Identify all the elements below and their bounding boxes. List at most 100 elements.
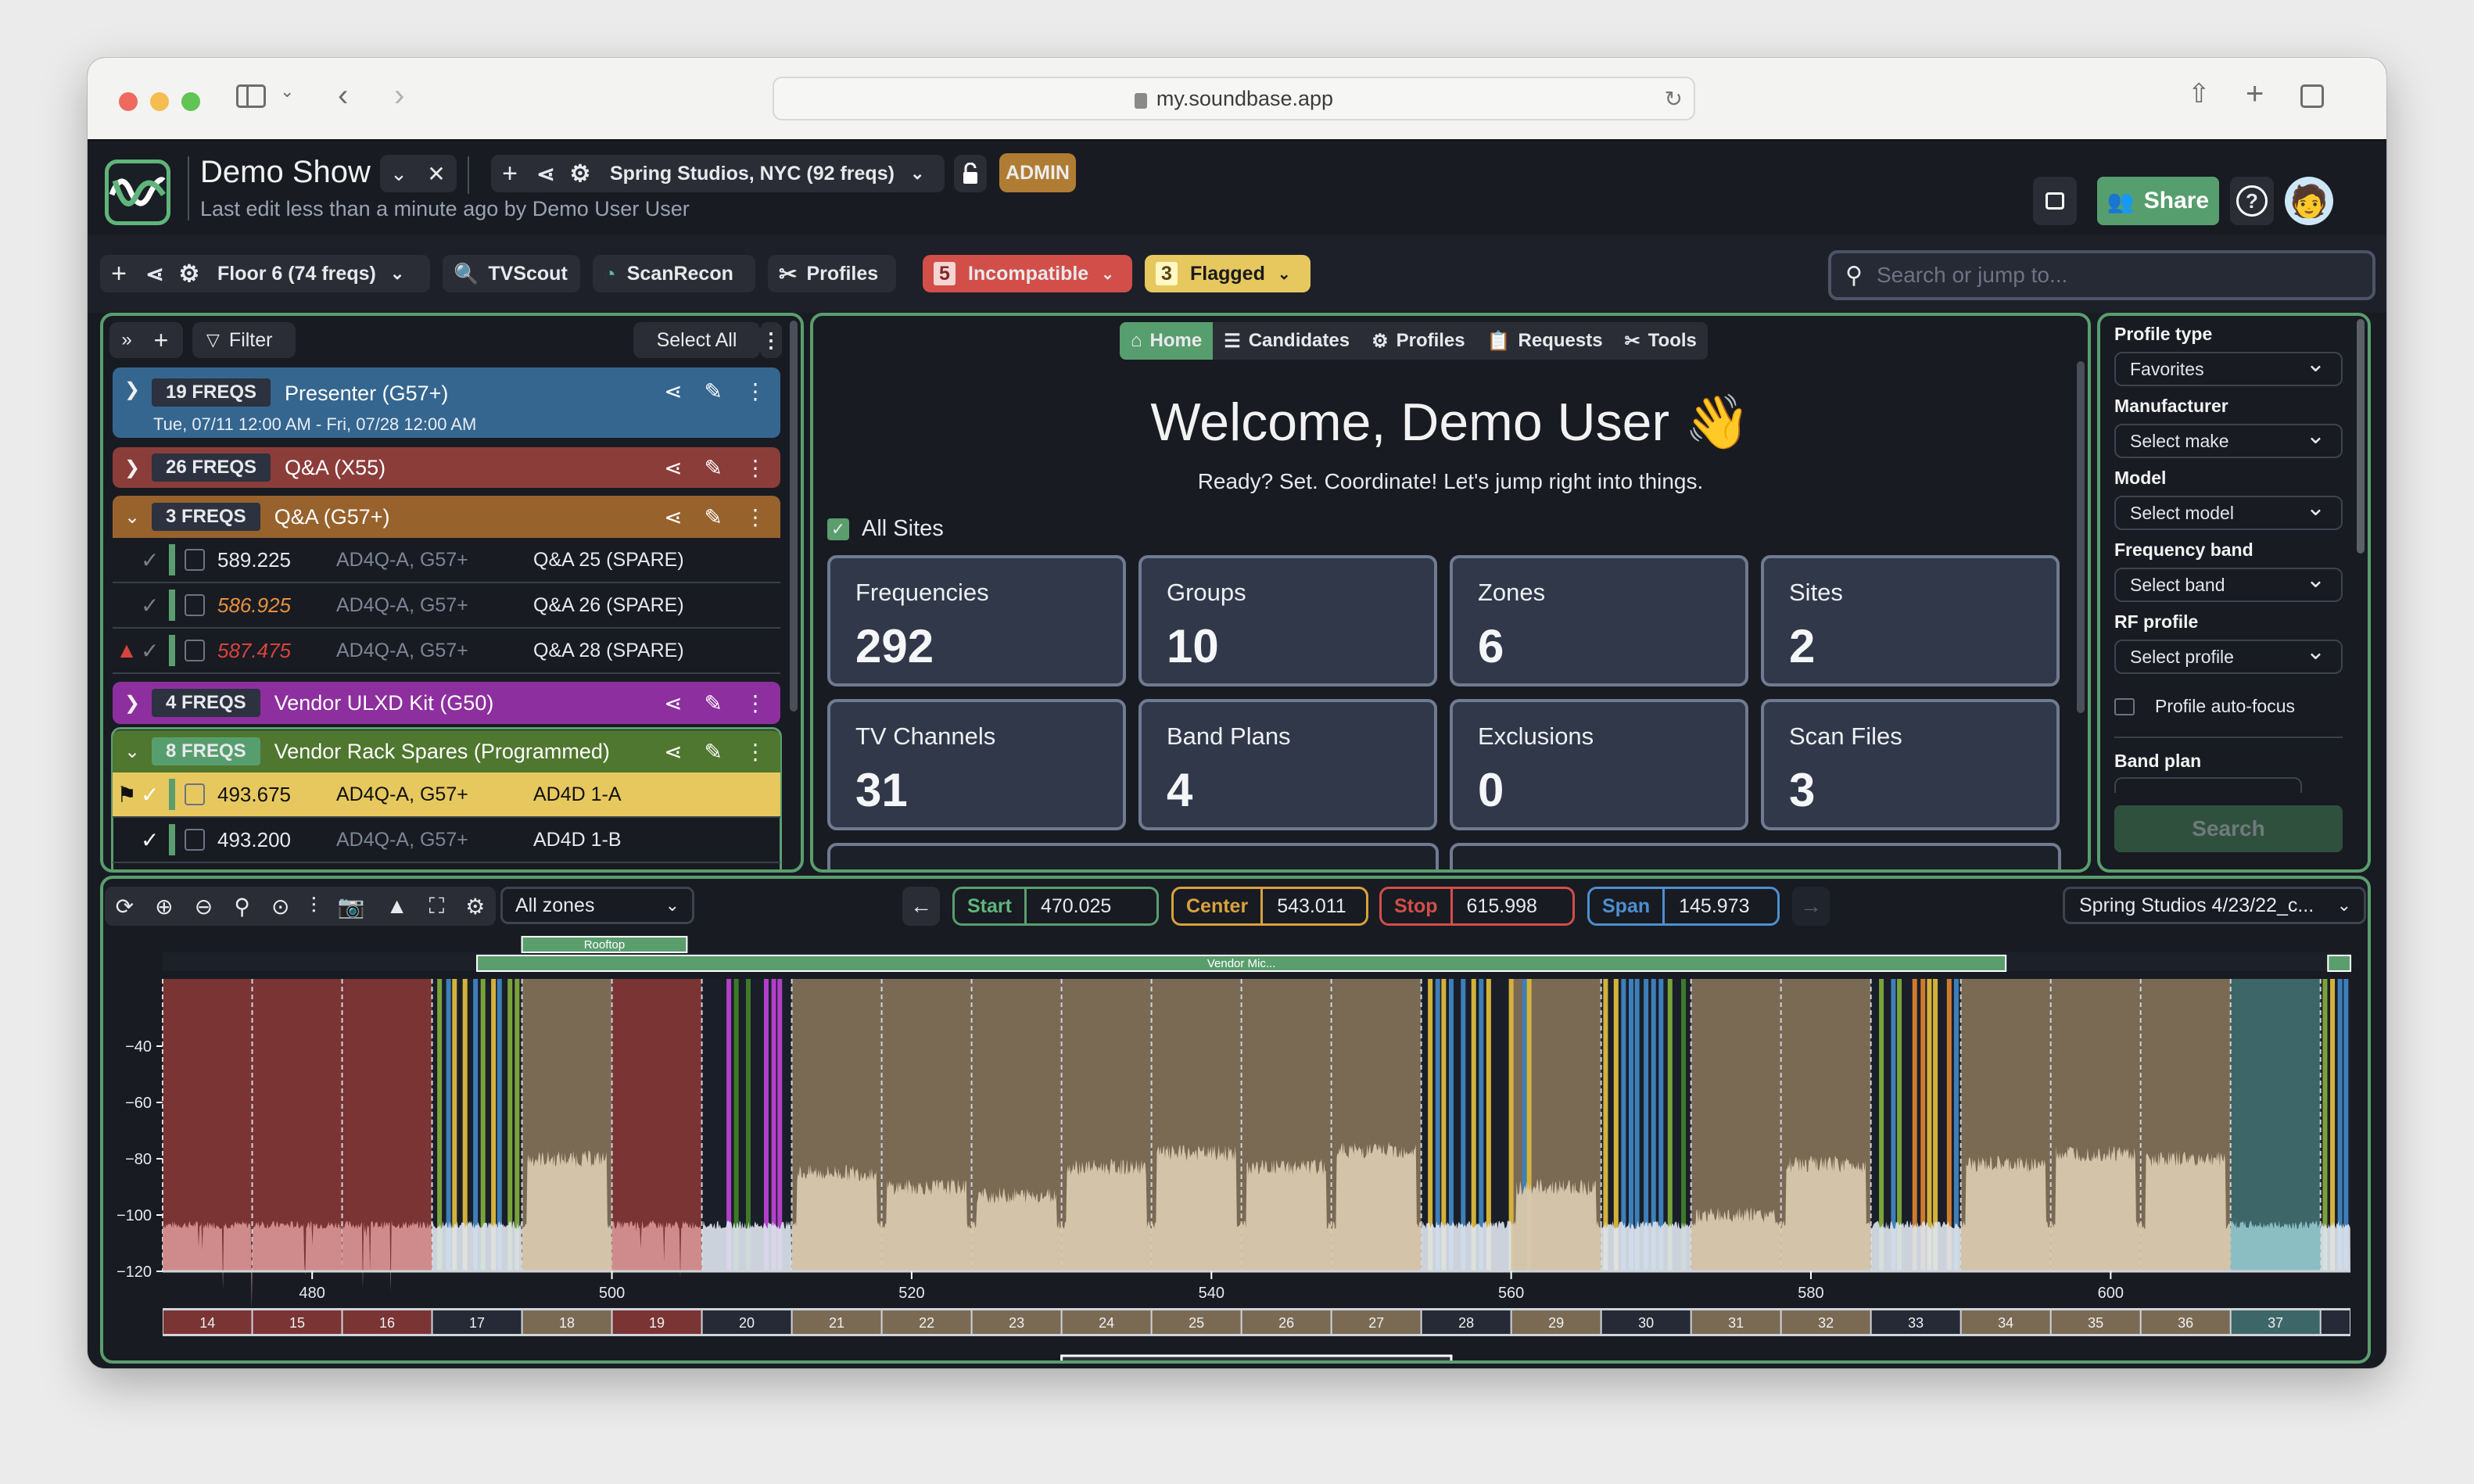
chevron-down-icon[interactable]: ⌄ — [280, 81, 294, 102]
profiles-button[interactable]: ✂ Profiles — [768, 255, 896, 292]
crosshair-icon[interactable]: ⊙ — [271, 894, 289, 919]
site-selector[interactable]: + ⋖ ⚙ Spring Studios, NYC (92 freqs) ⌄ — [491, 155, 945, 192]
share-icon[interactable]: ⇧ — [2188, 78, 2210, 109]
site-settings-icon[interactable]: ⚙ — [563, 160, 597, 188]
sliders-icon[interactable]: ⫶ — [311, 894, 317, 919]
model-select[interactable]: Select model — [2114, 494, 2343, 530]
stat-card-frequencies[interactable]: Frequencies 292 — [827, 555, 1126, 686]
span-field[interactable]: Span 145.973 — [1587, 887, 1780, 926]
group-presenter[interactable]: ❯ 19 FREQS Presenter (G57+) ⋖ ✎ ⋮ Tue, 0… — [113, 367, 780, 438]
more-icon[interactable]: ⋮ — [744, 378, 766, 404]
share-icon[interactable]: ⋖ — [664, 504, 682, 530]
edit-icon[interactable]: ✎ — [705, 455, 722, 481]
share-icon[interactable]: ⋖ — [664, 690, 682, 716]
tab-requests[interactable]: 📋 Requests — [1476, 322, 1614, 360]
row-checkbox[interactable] — [185, 829, 205, 851]
edit-icon[interactable]: ✎ — [705, 378, 722, 404]
zones-select[interactable]: All zones ⌄ — [500, 887, 694, 924]
fullscreen-icon[interactable]: ⛶ — [429, 894, 445, 919]
frequency-band-select[interactable]: Select band — [2114, 566, 2343, 602]
zone-selector[interactable]: + ⋖ ⚙ Floor 6 (74 freqs) ⌄ — [100, 255, 430, 292]
select-all-button[interactable]: Select All — [633, 322, 760, 358]
close-show-icon[interactable]: ✕ — [418, 161, 455, 187]
scrollbar[interactable] — [2357, 319, 2365, 554]
stat-card-sites[interactable]: Sites 2 — [1761, 555, 2060, 686]
chevron-down-icon[interactable]: ⌄ — [113, 740, 152, 763]
reset-icon[interactable]: ⟳ — [116, 894, 134, 919]
stat-card-band-plans[interactable]: Band Plans 4 — [1138, 699, 1437, 830]
reload-icon[interactable]: ↻ — [1665, 86, 1683, 112]
search-button[interactable]: Search — [2114, 805, 2343, 852]
tvscout-button[interactable]: 🔍 TVScout — [443, 255, 580, 292]
tab-home[interactable]: ⌂ Home — [1120, 322, 1214, 360]
chevron-right-icon[interactable]: ❯ — [113, 457, 152, 479]
profile-autofocus-checkbox[interactable]: Profile auto-focus — [2114, 696, 2295, 717]
stat-card-scan-files[interactable]: Scan Files 3 — [1761, 699, 2060, 830]
incompatible-dropdown[interactable]: 5 Incompatible ⌄ — [923, 255, 1132, 292]
zone-settings-icon[interactable]: ⚙ — [172, 260, 206, 288]
collapse-all-icon[interactable]: » — [109, 329, 144, 351]
lock-button[interactable] — [954, 155, 987, 192]
stat-card-exclusions[interactable]: Exclusions 0 — [1450, 699, 1748, 830]
edit-icon[interactable]: ✎ — [705, 504, 722, 530]
soundbase-logo[interactable] — [105, 160, 170, 225]
help-button[interactable]: ? — [2230, 177, 2274, 225]
row-checkbox[interactable] — [185, 783, 205, 805]
more-icon[interactable]: ⋮ — [744, 739, 766, 765]
frequency-row[interactable]: ✓ 589.225 AD4Q-A, G57+ Q&A 25 (SPARE) — [113, 538, 780, 583]
triangle-icon[interactable]: ▲ — [386, 894, 408, 919]
chevron-down-icon[interactable]: ⌄ — [113, 506, 152, 529]
edit-icon[interactable]: ✎ — [705, 690, 722, 716]
add-zone-icon[interactable]: + — [100, 259, 138, 289]
stat-card-zones[interactable]: Zones 6 — [1450, 555, 1748, 686]
search-input[interactable]: ⚲ Search or jump to... — [1828, 250, 2375, 300]
start-field[interactable]: Start 470.025 — [952, 887, 1159, 926]
chevron-right-icon[interactable]: ❯ — [113, 378, 152, 401]
group-qa-x55[interactable]: ❯ 26 FREQS Q&A (X55) ⋖ ✎ ⋮ — [113, 447, 780, 488]
scan-file-select[interactable]: Spring Studios 4/23/22_c... ⌄ — [2063, 887, 2366, 924]
manufacturer-select[interactable]: Select make — [2114, 422, 2343, 458]
stat-card-tv-channels[interactable]: TV Channels 31 — [827, 699, 1126, 830]
share-icon[interactable]: ⋖ — [664, 378, 682, 404]
group-qa-g57[interactable]: ⌄ 3 FREQS Q&A (G57+) ⋖ ✎ ⋮ — [113, 496, 780, 538]
address-bar[interactable]: my.soundbase.app ↻ — [773, 77, 1695, 120]
new-tab-icon[interactable]: + — [2246, 77, 2264, 112]
band-plan-select[interactable] — [2114, 777, 2302, 793]
chevron-right-icon[interactable]: ❯ — [113, 692, 152, 715]
maximize-window-button[interactable] — [181, 92, 200, 111]
frequency-row-flagged[interactable]: ⚑ ✓ 493.675 AD4Q-A, G57+ AD4D 1-A — [113, 772, 780, 818]
row-checkbox[interactable] — [185, 640, 205, 661]
tab-profiles[interactable]: ⚙ Profiles — [1361, 322, 1476, 360]
user-avatar[interactable]: 🧑 — [2285, 177, 2333, 225]
scrollbar[interactable] — [2077, 361, 2085, 713]
add-site-icon[interactable]: + — [491, 159, 529, 189]
spectrum-chart[interactable]: Rooftop Vendor Mic... −40 −60 −80 −100 −120 480… — [103, 934, 2368, 1364]
row-checkbox[interactable] — [185, 549, 205, 571]
scrollbar[interactable] — [790, 321, 798, 712]
comments-button[interactable] — [2033, 177, 2077, 225]
rf-profile-select[interactable]: Select profile — [2114, 638, 2343, 674]
row-checkbox[interactable] — [185, 594, 205, 616]
add-group-icon[interactable]: + — [144, 326, 178, 355]
zoom-icon[interactable]: ⚲ — [234, 894, 250, 919]
frequency-row[interactable]: ▲ ✓ 587.475 AD4Q-A, G57+ Q&A 28 (SPARE) — [113, 629, 780, 674]
zoom-out-icon[interactable]: ⊖ — [195, 894, 213, 919]
pan-left-button[interactable]: ← — [902, 887, 940, 926]
tab-candidates[interactable]: ☰ Candidates — [1213, 322, 1361, 360]
zoom-in-icon[interactable]: ⊕ — [155, 894, 173, 919]
stop-field[interactable]: Stop 615.998 — [1379, 887, 1575, 926]
chevron-down-icon[interactable]: ⌄ — [380, 162, 418, 186]
more-icon[interactable]: ⋮ — [744, 455, 766, 481]
frequency-row[interactable]: ✓ 493.200 AD4Q-A, G57+ AD4D 1-B — [113, 818, 780, 863]
tabs-icon[interactable] — [2300, 84, 2324, 108]
settings-icon[interactable]: ⚙ — [465, 894, 485, 919]
stat-card-groups[interactable]: Groups 10 — [1138, 555, 1437, 686]
more-icon[interactable]: ⋮ — [744, 690, 766, 716]
edit-icon[interactable]: ✎ — [705, 739, 722, 765]
filter-button[interactable]: ▽ Filter — [192, 322, 296, 358]
tab-tools[interactable]: ✂ Tools — [1614, 322, 1708, 360]
pan-right-button[interactable]: → — [1792, 887, 1830, 926]
profile-type-select[interactable]: Favorites — [2114, 350, 2343, 386]
group-vendor-ulxd[interactable]: ❯ 4 FREQS Vendor ULXD Kit (G50) ⋖ ✎ ⋮ — [113, 682, 780, 724]
back-icon[interactable]: ‹ — [338, 78, 348, 113]
